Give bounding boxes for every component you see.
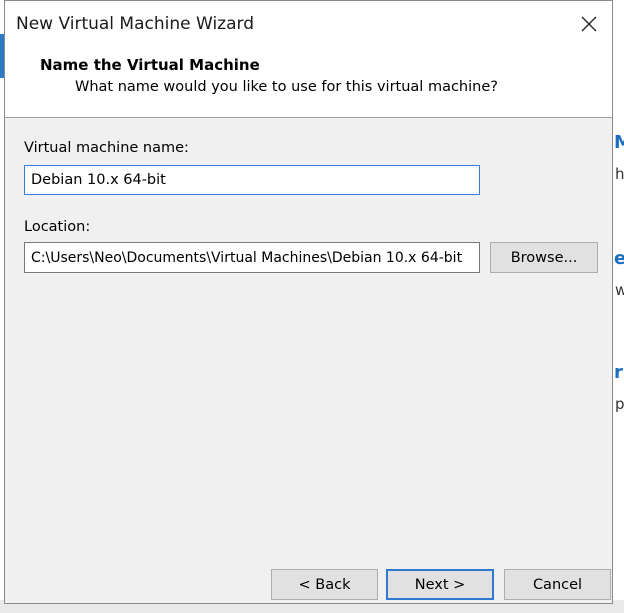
- cancel-button[interactable]: Cancel: [504, 569, 611, 600]
- page-subtitle: What name would you like to use for this…: [75, 79, 498, 95]
- vm-name-input[interactable]: [24, 165, 480, 195]
- background-text-fragment: p: [615, 395, 624, 413]
- browse-button[interactable]: Browse...: [490, 242, 598, 273]
- background-right-panel: [614, 0, 624, 613]
- next-button[interactable]: Next >: [386, 569, 494, 600]
- close-icon: [581, 16, 597, 32]
- background-text-fragment: h: [615, 165, 624, 183]
- window-title: New Virtual Machine Wizard: [16, 14, 254, 34]
- title-bar[interactable]: New Virtual Machine Wizard: [5, 1, 612, 47]
- background-text-fragment: r: [614, 362, 623, 383]
- close-button[interactable]: [566, 1, 612, 47]
- back-button[interactable]: < Back: [271, 569, 378, 600]
- wizard-header: Name the Virtual Machine What name would…: [5, 47, 612, 118]
- background-text-fragment: e: [614, 248, 624, 269]
- background-text-fragment: M: [614, 132, 624, 153]
- page-title: Name the Virtual Machine: [40, 56, 260, 74]
- location-label: Location:: [24, 219, 91, 235]
- location-input[interactable]: [24, 242, 480, 273]
- background-text-fragment: w: [615, 281, 624, 299]
- new-vm-wizard-dialog: New Virtual Machine Wizard Name the Virt…: [4, 0, 613, 604]
- vm-name-label: Virtual machine name:: [24, 140, 189, 156]
